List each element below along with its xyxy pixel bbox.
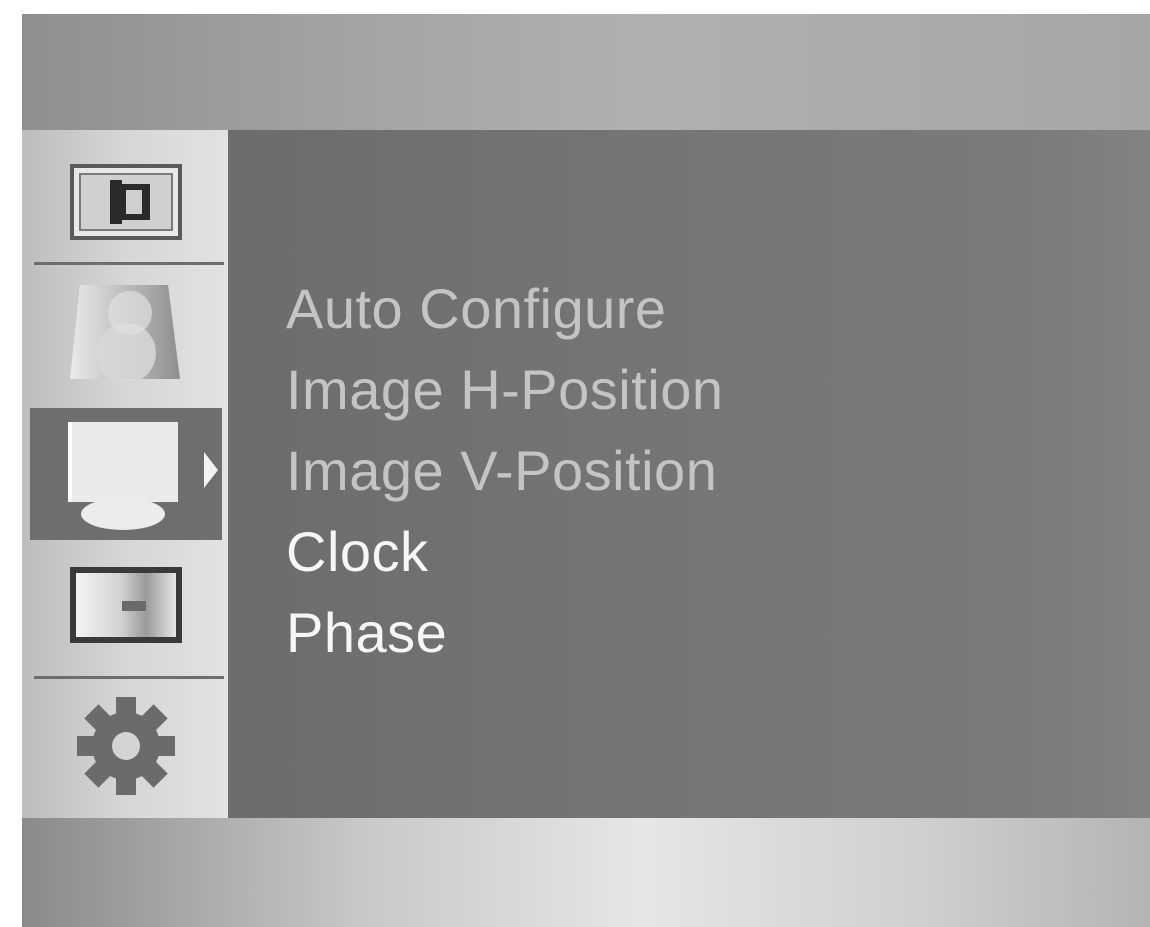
sidebar-item-display[interactable] (30, 408, 222, 540)
osd-window: Auto Configure Image H-Position Image V-… (0, 0, 1150, 927)
osd-status-bar (22, 818, 1150, 927)
osd-title-bar (22, 14, 1150, 130)
selected-arrow-icon (202, 450, 220, 490)
picture-icon (70, 164, 182, 240)
setup-gear-icon (71, 691, 181, 801)
sidebar-divider (34, 676, 224, 679)
color-icon (66, 283, 186, 383)
sidebar-item-image[interactable] (30, 550, 222, 660)
sidebar-item-color[interactable] (30, 268, 222, 398)
sidebar-item-setup[interactable] (30, 682, 222, 810)
menu-item-image-v-position[interactable]: Image V-Position (286, 430, 724, 511)
menu-item-clock[interactable]: Clock (286, 511, 724, 592)
osd-sidebar (22, 130, 228, 818)
image-quality-icon (68, 565, 184, 645)
menu-item-image-h-position[interactable]: Image H-Position (286, 349, 724, 430)
display-position-icon (56, 414, 196, 534)
osd-menu-list: Auto Configure Image H-Position Image V-… (286, 268, 724, 673)
osd-content-panel: Auto Configure Image H-Position Image V-… (228, 130, 1150, 818)
menu-item-auto-configure[interactable]: Auto Configure (286, 268, 724, 349)
menu-item-phase[interactable]: Phase (286, 592, 724, 673)
sidebar-item-picture[interactable] (30, 144, 222, 260)
sidebar-divider (34, 262, 224, 265)
